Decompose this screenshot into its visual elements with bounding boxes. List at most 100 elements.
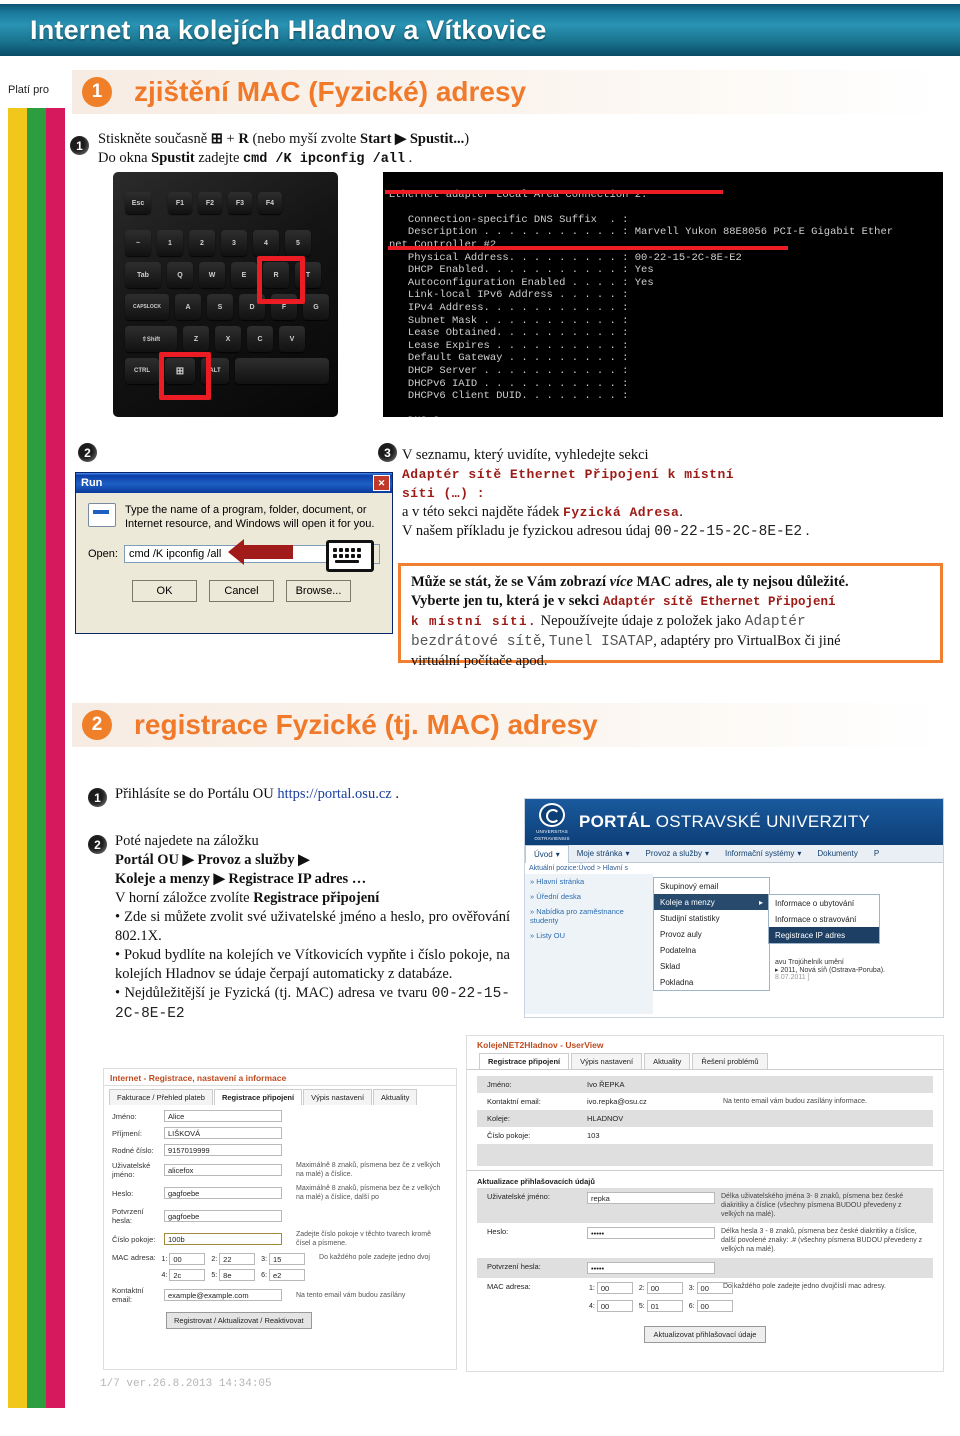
label-koleje-right: Koleje: bbox=[487, 1114, 510, 1123]
portal-tab-uvod[interactable]: Úvod ▾ bbox=[525, 844, 569, 863]
menu-item-koleje-a-menzy[interactable]: Koleje a menzy ▸ bbox=[654, 894, 769, 910]
key-capslock: CAPSLOCK bbox=[125, 294, 169, 320]
ok-button[interactable]: OK bbox=[132, 580, 197, 602]
mac-input-5[interactable]: 8e bbox=[219, 1269, 256, 1281]
field-row-mac-adresa: MAC adresa: 1: 00 2: 22 3: 15 4: 2c 5: 8e 6: e… bbox=[112, 1253, 456, 1281]
breadcrumb: Aktuální pozice:Úvod > Hlavní s bbox=[529, 865, 629, 872]
menu-item-podatelna[interactable]: Podatelna bbox=[654, 942, 769, 958]
key-space bbox=[235, 358, 329, 384]
portal-tab-more[interactable]: P bbox=[866, 845, 887, 862]
mac-input-2-right[interactable]: 00 bbox=[646, 1282, 683, 1294]
important-note-box: Může se stát, že se Vám zobrazí více MAC… bbox=[398, 563, 943, 669]
portal-tab-dokumenty[interactable]: Dokumenty bbox=[809, 845, 865, 862]
tab-aktuality[interactable]: Aktuality bbox=[373, 1089, 418, 1105]
submit-registration-button[interactable]: Registrovat / Aktualizovat / Reaktivovat bbox=[166, 1312, 312, 1329]
tab-registrace-pripojeni[interactable]: Registrace připojení bbox=[213, 1089, 303, 1105]
key-4: 4 bbox=[253, 230, 279, 256]
submenu-item-informace-o-ubytovani[interactable]: Informace o ubytování bbox=[769, 895, 879, 911]
label-jmeno: Jméno: bbox=[112, 1111, 137, 1121]
portal-url-link[interactable]: https://portal.osu.cz bbox=[277, 786, 391, 802]
note-2d: , adaptéry pro VirtualBox či jiné bbox=[653, 633, 841, 649]
portal-link-uredni-deska[interactable]: » Úřední deska bbox=[530, 892, 648, 901]
mac-input-3[interactable]: 15 bbox=[269, 1253, 306, 1265]
mac-input-5-right[interactable]: 01 bbox=[646, 1300, 683, 1312]
menu-item-sklad[interactable]: Sklad bbox=[654, 958, 769, 974]
input-kontaktni-email[interactable]: example@example.com bbox=[164, 1289, 282, 1301]
portal-tab-informacni-systemy[interactable]: Informační systémy ▾ bbox=[717, 845, 809, 862]
run-dialog-icon bbox=[88, 503, 116, 527]
portal-link-hlavni-stranka[interactable]: » Hlavní stránka bbox=[530, 877, 648, 886]
section-1-number: 1 bbox=[82, 77, 112, 107]
browse-button[interactable]: Browse... bbox=[286, 580, 351, 602]
submenu-item-registrace-ip-adres[interactable]: Registrace IP adres bbox=[769, 927, 879, 943]
run-description-line2: Internet resource, and Windows will open… bbox=[125, 518, 375, 530]
tab-reseni-problemu-right[interactable]: Řešení problémů bbox=[692, 1053, 768, 1069]
update-credentials-button[interactable]: Aktualizovat přihlašovací údaje bbox=[643, 1326, 767, 1343]
step1-text-a: Stiskněte současně bbox=[98, 131, 211, 147]
mac-index-6: 6: bbox=[261, 1271, 268, 1279]
input-prijmeni[interactable]: LIŠKOVÁ bbox=[164, 1127, 282, 1139]
input-potvrzeni-hesla-right[interactable]: ••••• bbox=[587, 1262, 715, 1274]
input-potvrzeni-hesla[interactable]: gagfoebe bbox=[164, 1210, 282, 1222]
mac-row-top: 1: 00 2: 22 3: 15 bbox=[161, 1253, 306, 1265]
note-avoid-adapter: Adaptér bbox=[744, 614, 806, 630]
mac-index-4: 4: bbox=[161, 1271, 168, 1279]
key-f2: F2 bbox=[198, 192, 222, 214]
chevron-down-icon: ▾ bbox=[625, 849, 630, 858]
menu-item-label: Koleje a menzy bbox=[660, 897, 715, 907]
info-row-cislo-pokoje: Číslo pokoje: 103 bbox=[477, 1127, 933, 1144]
console-line-7: Autoconfiguration Enabled . . . . : Yes bbox=[389, 276, 654, 289]
mac-input-6-right[interactable]: 00 bbox=[696, 1300, 733, 1312]
portal-tab-provoz-a-sluzby[interactable]: Provoz a služby ▾ bbox=[638, 845, 717, 862]
input-uzivatelske-jmeno-right[interactable]: repka bbox=[587, 1192, 715, 1204]
tab-vypis-nastaveni[interactable]: Výpis nastavení bbox=[303, 1089, 373, 1105]
portal-banner: UNIVERSITAS OSTRAVIENSIS PORTÁL OSTRAVSK… bbox=[525, 799, 943, 845]
input-rodne-cislo[interactable]: 9157019999 bbox=[164, 1144, 282, 1156]
menu-item-skupinovy-email[interactable]: Skupinový email bbox=[654, 878, 769, 894]
label-heslo-right: Heslo: bbox=[487, 1227, 509, 1236]
input-cislo-pokoje[interactable]: 100b bbox=[164, 1233, 282, 1245]
tab-vypis-nastaveni-right[interactable]: Výpis nastavení bbox=[571, 1053, 643, 1069]
mac-field-2: 2: 22 bbox=[211, 1253, 256, 1265]
tab-registrace-pripojeni-right[interactable]: Registrace připojení bbox=[479, 1053, 570, 1069]
mac-input-2[interactable]: 22 bbox=[219, 1253, 256, 1265]
tab-fakturace[interactable]: Fakturace / Přehled plateb bbox=[109, 1089, 213, 1105]
portal-tab-moje-stranka[interactable]: Moje stránka ▾ bbox=[569, 845, 638, 862]
cancel-button[interactable]: Cancel bbox=[209, 580, 274, 602]
portal-news-line-2: ▸ 2011, Nová síň (Ostrava-Poruba). bbox=[775, 967, 885, 974]
highlight-key-windows-icon bbox=[159, 352, 211, 400]
input-jmeno[interactable]: Alice bbox=[164, 1110, 282, 1122]
portal-news-line-1: avu Trojúhelník umění bbox=[775, 959, 844, 966]
mac-input-4[interactable]: 2c bbox=[169, 1269, 206, 1281]
input-heslo[interactable]: gagfoebe bbox=[164, 1187, 282, 1199]
note-avoid-wireless: bezdrátové sítě bbox=[411, 634, 542, 650]
note-adapter-section-2: k místní síti. bbox=[411, 615, 538, 629]
portal-news-line-3: 8.07.2011 ] bbox=[775, 974, 810, 981]
menu-item-provoz-auly[interactable]: Provoz auly bbox=[654, 926, 769, 942]
menu-item-pokladna[interactable]: Pokladna bbox=[654, 974, 769, 990]
input-heslo-right[interactable]: ••••• bbox=[587, 1227, 715, 1239]
value-cislo-pokoje-right: 103 bbox=[587, 1131, 600, 1140]
section2-bullet3-text: • Nejdůležitější je Fyzická (tj. MAC) ad… bbox=[115, 985, 432, 1001]
portal-link-nabidka[interactable]: » Nabídka pro zaměstnance studenty bbox=[530, 907, 648, 925]
tab-aktuality-right[interactable]: Aktuality bbox=[644, 1053, 691, 1069]
label-heslo: Heslo: bbox=[112, 1188, 134, 1198]
mac-input-1[interactable]: 00 bbox=[169, 1253, 206, 1265]
key-shift: ⇧Shift bbox=[125, 326, 177, 352]
step1-key-r: R bbox=[238, 131, 249, 147]
portal-link-listy-ou[interactable]: » Listy OU bbox=[530, 931, 648, 940]
page-footer: 1/7 ver.26.8.2013 14:34:05 bbox=[100, 1378, 272, 1390]
input-uzivatelske-jmeno[interactable]: alicefox bbox=[164, 1164, 282, 1176]
field-row-cislo-pokoje: Číslo pokoje: 100b Zadejte číslo pokoje … bbox=[112, 1230, 456, 1248]
step1-run-label: Spustit... bbox=[409, 131, 465, 147]
close-icon[interactable]: ✕ bbox=[373, 475, 390, 491]
portal-name-rest: OSTRAVSKÉ UNIVERZITY bbox=[650, 812, 871, 831]
submenu-item-informace-o-stravovani[interactable]: Informace o stravování bbox=[769, 911, 879, 927]
run-dialog-titlebar: Run ✕ bbox=[76, 473, 392, 493]
mac-input-4-right[interactable]: 00 bbox=[596, 1300, 633, 1312]
mac-input-6[interactable]: e2 bbox=[269, 1269, 306, 1281]
explain-line-1: V seznamu, který uvidíte, vyhledejte sek… bbox=[402, 447, 649, 463]
mac-input-1-right[interactable]: 00 bbox=[596, 1282, 633, 1294]
menu-item-studijni-statistiky[interactable]: Studijní statistiky bbox=[654, 910, 769, 926]
explain-physical-address-label: Fyzická Adresa bbox=[563, 505, 680, 520]
